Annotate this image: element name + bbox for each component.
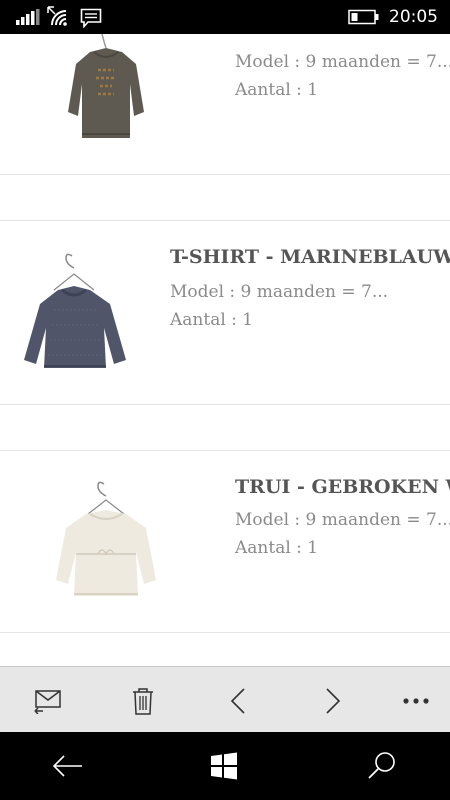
search-button[interactable] [358,744,406,788]
clock: 20:05 [389,7,438,27]
divider [0,450,450,451]
previous-button[interactable] [216,679,260,723]
previous-icon [230,688,245,714]
back-button[interactable] [44,744,92,788]
back-icon [52,755,82,777]
message-icon [80,8,102,28]
delete-button[interactable] [121,679,165,723]
item-quantity: Aantal : 1 [235,538,319,558]
reply-mail-button[interactable] [26,679,70,723]
divider [0,404,450,405]
search-icon [368,752,395,779]
windows-start-icon [211,752,237,780]
item-quantity: Aantal : 1 [235,80,319,100]
delete-icon [133,688,153,715]
product-image-grey-shirt [68,34,144,138]
item-model: Model : 9 maanden = 7... [235,510,450,530]
order-items-list[interactable]: Model : 9 maanden = 7... Aantal : 1 T-SH… [0,34,450,666]
reply-mail-icon [34,690,61,714]
divider [0,632,450,633]
divider [0,174,450,175]
divider [0,220,450,221]
more-icon [403,698,429,704]
item-title: TRUI - GEBROKEN WIT [235,476,450,498]
product-image-off-white-sweater [56,481,156,596]
item-quantity: Aantal : 1 [170,310,254,330]
app-bar [0,666,450,732]
next-icon [326,688,341,714]
battery-icon [348,9,379,25]
start-button[interactable] [200,744,248,788]
navigation-bar [0,732,450,800]
wifi-icon [47,6,67,26]
item-title: T-SHIRT - MARINEBLAUW [170,246,450,268]
status-bar: 20:05 [0,0,450,34]
more-button[interactable] [394,679,438,723]
next-button[interactable] [311,679,355,723]
item-model: Model : 9 maanden = 7... [170,282,389,302]
signal-icon [16,9,40,25]
item-model: Model : 9 maanden = 7... [235,52,450,72]
product-image-navy-shirt [24,253,126,368]
